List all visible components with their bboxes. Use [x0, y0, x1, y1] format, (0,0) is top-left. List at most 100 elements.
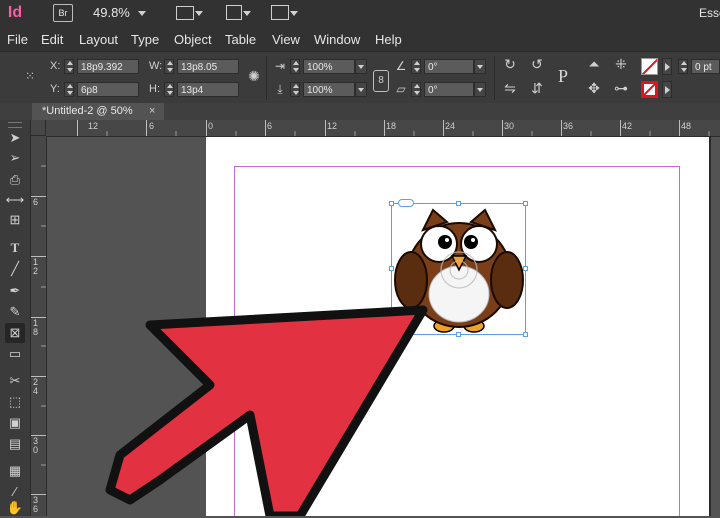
height-field[interactable]: 13p4: [177, 82, 239, 97]
x-stepper[interactable]: [64, 59, 74, 74]
menu-table[interactable]: Table: [225, 32, 256, 47]
width-field[interactable]: 13p8.05: [177, 59, 239, 74]
rectangle-frame-tool-icon[interactable]: ⊠: [5, 323, 25, 343]
menu-view[interactable]: View: [272, 32, 300, 47]
menu-file[interactable]: File: [7, 32, 28, 47]
rectangle-tool-icon[interactable]: ▭: [5, 344, 25, 364]
flip-vertical-icon[interactable]: ⇵: [527, 79, 547, 97]
ruler-label: 42: [622, 121, 633, 131]
control-panel: ⁙ X: 18p9.392 Y: 6p8 W: 13p8.05 H: 13p4 …: [0, 51, 720, 105]
x-position-field[interactable]: 18p9.392: [77, 59, 139, 74]
view-options-dropdown-icon[interactable]: [195, 11, 203, 16]
free-transform-tool-icon[interactable]: ⬚: [5, 392, 25, 412]
resize-handle-right[interactable]: [523, 266, 528, 271]
ruler-label: 6: [267, 121, 273, 131]
link-chain-icon[interactable]: 8: [373, 70, 389, 92]
menu-edit[interactable]: Edit: [41, 32, 63, 47]
ruler-label: 6: [33, 197, 39, 207]
menu-object[interactable]: Object: [174, 32, 212, 47]
stroke-weight-stepper[interactable]: [678, 59, 688, 74]
document-tab[interactable]: *Untitled-2 @ 50%: [32, 103, 164, 120]
reference-point-icon[interactable]: ⁙: [20, 67, 40, 85]
workspace-switcher[interactable]: Esse: [699, 6, 720, 20]
ruler-origin[interactable]: [30, 120, 46, 136]
arrange-documents-icon[interactable]: [271, 5, 289, 20]
scale-y-field[interactable]: 100%: [303, 82, 355, 97]
gradient-feather-tool-icon[interactable]: ▤: [5, 434, 25, 454]
resize-handle-bottom-right[interactable]: [523, 332, 528, 337]
shear-angle-field[interactable]: 0°: [424, 82, 474, 97]
flip-horizontal-icon[interactable]: ⇋: [500, 79, 520, 97]
screen-mode-dropdown-icon[interactable]: [243, 11, 251, 16]
close-tab-icon[interactable]: ×: [149, 103, 155, 120]
ruler-label: 1 8: [33, 318, 39, 337]
scissors-tool-icon[interactable]: ✂: [5, 371, 25, 391]
menu-window[interactable]: Window: [314, 32, 360, 47]
scale-x-dropdown[interactable]: [355, 59, 367, 74]
line-tool-icon[interactable]: ╱: [5, 259, 25, 279]
shear-stepper[interactable]: [411, 82, 421, 97]
resize-handle-top-left[interactable]: [389, 201, 394, 206]
menu-bar: File Edit Layout Type Object Table View …: [0, 27, 720, 51]
content-collector-icon[interactable]: ⊞: [5, 210, 25, 230]
document-tab-bar: *Untitled-2 @ 50% ×: [0, 103, 720, 120]
scale-y-icon: ⤓: [277, 82, 283, 96]
frame-link-icon[interactable]: [398, 199, 414, 207]
arrange-documents-dropdown-icon[interactable]: [290, 11, 298, 16]
zoom-level[interactable]: 49.8%: [93, 5, 130, 20]
select-previous-icon[interactable]: ✥: [584, 79, 604, 97]
horizontal-ruler-ticks: [77, 120, 710, 136]
y-position-field[interactable]: 6p8: [77, 82, 139, 97]
constrain-proportions-icon[interactable]: ✺: [246, 67, 262, 85]
menu-help[interactable]: Help: [375, 32, 402, 47]
stroke-weight-field[interactable]: 0 pt: [691, 59, 720, 74]
select-next-icon[interactable]: ⊶: [611, 79, 631, 97]
ruler-label: 3 6: [33, 495, 39, 514]
w-stepper[interactable]: [164, 59, 174, 74]
stroke-dropdown[interactable]: [662, 81, 672, 98]
view-options-icon[interactable]: [176, 6, 194, 20]
rotation-dropdown[interactable]: [474, 59, 486, 74]
rotate-ccw-icon[interactable]: ↺: [527, 55, 547, 73]
gap-tool-icon[interactable]: ⟷: [5, 190, 25, 210]
pen-tool-icon[interactable]: ✒: [5, 281, 25, 301]
rotation-angle-field[interactable]: 0°: [424, 59, 474, 74]
zoom-dropdown-icon[interactable]: [138, 11, 146, 16]
resize-handle-top-right[interactable]: [523, 201, 528, 206]
resize-handle-top[interactable]: [456, 201, 461, 206]
rotation-stepper[interactable]: [411, 59, 421, 74]
select-content-icon[interactable]: ⁜: [611, 55, 631, 73]
bridge-button[interactable]: Br: [53, 4, 73, 22]
hand-tool-icon[interactable]: ✋: [5, 498, 25, 518]
rotate-cw-icon[interactable]: ↻: [500, 55, 520, 73]
menu-type[interactable]: Type: [131, 32, 159, 47]
type-tool-icon[interactable]: T: [5, 238, 25, 258]
resize-handle-bottom[interactable]: [456, 332, 461, 337]
scale-x-stepper[interactable]: [290, 59, 300, 74]
note-tool-icon[interactable]: ▦: [5, 461, 25, 481]
fill-dropdown[interactable]: [662, 58, 672, 75]
ruler-label: 1 2: [33, 257, 39, 276]
y-stepper[interactable]: [64, 82, 74, 97]
selection-tool-icon[interactable]: ➤: [5, 128, 25, 148]
stroke-none-swatch[interactable]: [641, 81, 658, 98]
shear-dropdown[interactable]: [474, 82, 486, 97]
menu-layout[interactable]: Layout: [79, 32, 118, 47]
resize-handle-left[interactable]: [389, 266, 394, 271]
screen-mode-icon[interactable]: [226, 5, 242, 20]
h-stepper[interactable]: [164, 82, 174, 97]
scale-x-field[interactable]: 100%: [303, 59, 355, 74]
fill-none-swatch[interactable]: [641, 58, 658, 75]
scale-y-stepper[interactable]: [290, 82, 300, 97]
y-label: Y:: [50, 83, 60, 95]
ruler-label: 3 0: [33, 436, 39, 455]
ruler-label: 6: [149, 121, 155, 131]
page-tool-icon[interactable]: ⎙: [5, 170, 25, 190]
ruler-label: 36: [563, 121, 574, 131]
direct-selection-tool-icon[interactable]: ➢: [5, 148, 25, 168]
pencil-tool-icon[interactable]: ✎: [5, 302, 25, 322]
gradient-swatch-tool-icon[interactable]: ▣: [5, 413, 25, 433]
ruler-label: 2 4: [33, 377, 39, 396]
select-container-icon[interactable]: ⏶: [584, 55, 604, 73]
scale-y-dropdown[interactable]: [355, 82, 367, 97]
